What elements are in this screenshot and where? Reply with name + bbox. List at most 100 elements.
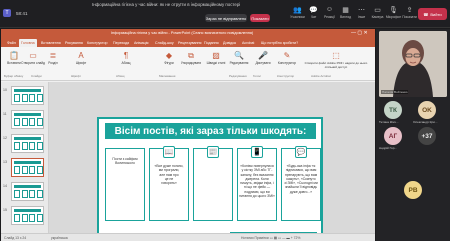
thumbnail-card — [21, 118, 28, 126]
ribbon-tab-9[interactable]: Подання — [202, 39, 221, 47]
newspaper-icon: 📰 — [207, 146, 219, 158]
ribbon-tab-3[interactable]: Рисування — [63, 39, 85, 47]
ribbon-tab-4[interactable]: Конструктор — [85, 39, 110, 47]
ribbon-button-5[interactable]: ◆ Фігури — [159, 50, 179, 65]
participant-avatar[interactable]: АГ — [384, 127, 402, 145]
slide-card-text: «Все дуже погано, ми програли, але нам п… — [154, 164, 184, 185]
ribbon-button-label: Диктувати — [255, 61, 271, 65]
slide-title: Вісім постів, які зараз тільки шкодять: — [105, 123, 316, 139]
ribbon-tab-8[interactable]: Рецензування — [176, 39, 203, 47]
slide-card-text: Пости з кайфом Волинського — [112, 157, 138, 166]
thumbnail-card — [36, 214, 43, 222]
toolbar-button-label: Реакції — [323, 15, 335, 19]
ribbon-button-8[interactable]: 🔍 Редагування — [229, 50, 249, 65]
slide-thumbnail[interactable] — [11, 158, 44, 177]
slide-thumbnail[interactable] — [11, 206, 44, 225]
thumbnail-title-bar — [14, 89, 41, 92]
phone-icon: 📱 — [251, 146, 263, 158]
ribbon-icon: 🎤 — [258, 51, 268, 60]
ribbon-button-label: Створити слайд — [21, 61, 45, 65]
participants-icon: 👥 — [293, 6, 302, 14]
ppt-titlebar: Інформаційна гігієна у час війни - Power… — [1, 29, 375, 38]
thumbnail-card — [14, 214, 20, 222]
meeting-timer: 58:41 — [16, 11, 28, 16]
slide-card-text: «Будь-яка інфа «я підписався, що вам пре… — [284, 164, 318, 194]
thumbnail-card — [29, 118, 35, 126]
ribbon-tab-5[interactable]: Переходи — [111, 39, 131, 47]
leave-button[interactable]: ☎ Вийти — [418, 8, 447, 20]
slide-counter: Слайд 13 з 24 — [4, 235, 27, 240]
ribbon-tab-1[interactable]: Головна — [19, 39, 37, 47]
window-title: Інформаційна гігієна у час війни: як не … — [92, 2, 241, 7]
meeting-toolbar: 👥 Учасники 💬 Чат ☺ Реакції ▦ Вигляд ⋯ Інше ▭ Камера… — [290, 4, 417, 26]
ribbon-button-10[interactable]: ✎ Конструктор — [277, 50, 297, 65]
ribbon-group-label: Adobe Acrobat — [311, 74, 331, 78]
current-slide[interactable]: Вісім постів, які зараз тільки шкодять: П… — [97, 117, 323, 241]
toolbar-button-0[interactable]: 👥 Учасники — [290, 4, 305, 26]
shared-powerpoint-window: Інформаційна гігієна у час війни - Power… — [1, 29, 375, 241]
thumbnail-card — [29, 94, 35, 102]
ribbon-button-3[interactable]: A Шрифт — [71, 50, 91, 65]
chat-icon: 💬 — [309, 6, 318, 14]
ribbon-tab-2[interactable]: Вставлення — [39, 39, 63, 47]
slide-thumbnail[interactable] — [11, 134, 44, 153]
ribbon-tab-0[interactable]: Файл — [5, 39, 18, 47]
ribbon-button-7[interactable]: ▨ Швидкі стилі — [206, 50, 226, 65]
ribbon-group-label: Слайди — [31, 74, 42, 78]
slide-card-1: 📖 «Все дуже погано, ми програли, але нам … — [149, 146, 189, 221]
ribbon-tab-12[interactable]: Що потрібно зробити? — [259, 39, 300, 47]
ribbon-button-label: Фігури — [164, 61, 174, 65]
ribbon-button-1[interactable]: ▭ Створити слайд — [21, 50, 45, 65]
toolbar-button-7[interactable]: ⇪ Показати — [402, 4, 417, 26]
window-controls[interactable]: — ▢ ✕ — [351, 30, 368, 36]
ribbon-icon: ◆ — [165, 51, 173, 60]
leave-label: Вийти — [430, 11, 442, 17]
participant-avatar[interactable]: ТК — [384, 101, 402, 119]
thumbnail-title-bar — [14, 161, 41, 164]
stop-share-button[interactable]: Показати — [250, 14, 270, 22]
toolbar-button-4[interactable]: ⋯ Інше — [354, 4, 369, 26]
toolbar-button-6[interactable]: 🎙 Мікрофон — [386, 4, 401, 26]
ribbon-icon: ≣ — [49, 51, 57, 60]
participant-avatar[interactable]: +37 — [418, 127, 436, 145]
participant-avatar[interactable]: OK — [418, 101, 436, 119]
thumbnail-title-bar — [14, 185, 41, 188]
slide-thumbnail[interactable] — [11, 110, 44, 129]
toolbar-button-1[interactable]: 💬 Чат — [306, 4, 321, 26]
ribbon-tab-11[interactable]: Acrobat — [240, 39, 256, 47]
ribbon-icon: 📋 — [9, 51, 19, 60]
mic-icon: 🎙 — [389, 6, 398, 14]
ribbon-tab-10[interactable]: Довідка — [221, 39, 238, 47]
slide-thumbnail[interactable] — [11, 86, 44, 105]
thumbnail-title-bar — [14, 113, 41, 116]
ribbon-button-4[interactable]: ¶ Абзац — [116, 50, 136, 65]
participant-list: ТК Тетяна Кімч... OK Олександр Кри... АГ Андр… — [376, 99, 450, 239]
view-zoom-controls[interactable]: Нотатки Примітки ▭ ▦ ▭ — ▬ + 72% — [241, 236, 300, 240]
ribbon-button-label: Упорядкувати — [180, 61, 202, 65]
ribbon-tab-7[interactable]: Слайд-шоу — [153, 39, 176, 47]
toolbar-button-2[interactable]: ☺ Реакції — [322, 4, 337, 26]
participant-name: Олександр Кри... — [413, 120, 438, 124]
slide-card-text: «Копіюк повернулися у кістку ЗМІ або ТГ-… — [239, 164, 275, 198]
thumbnail-card — [14, 118, 20, 126]
toolbar-button-label: Камера — [371, 15, 384, 19]
thumbnail-card — [36, 94, 43, 102]
toolbar-button-3[interactable]: ▦ Вигляд — [338, 4, 353, 26]
ribbon-tab-6[interactable]: Анімація — [132, 39, 150, 47]
ribbon-button-label: Створити файл Adobe PDF і надати до ньог… — [304, 61, 368, 69]
ribbon-button-11[interactable]: ⬚ Створити файл Adobe PDF і надати до ньо… — [301, 50, 371, 69]
speaker-video[interactable]: Наталія Войтенко — [379, 31, 447, 97]
thumbnail-card — [21, 94, 28, 102]
slide-card-3: 📱 «Копіюк повернулися у кістку ЗМІ або ТГ… — [237, 146, 277, 221]
ribbon-button-6[interactable]: ⧉ Упорядкувати — [180, 50, 202, 66]
ribbon-button-9[interactable]: 🎤 Диктувати — [253, 50, 273, 65]
language-indicator[interactable]: українська — [51, 236, 68, 240]
ribbon-icon: A — [78, 51, 84, 60]
toolbar-button-5[interactable]: ▭ Камера — [370, 4, 385, 26]
ppt-status-bar: Слайд 13 з 24 українська Нотатки Примітк… — [1, 233, 375, 241]
ribbon-button-2[interactable]: ≣ Розділ — [43, 50, 63, 65]
slide-thumbnail[interactable] — [11, 182, 44, 201]
ribbon-group-label: Редагування — [229, 74, 247, 78]
slide-card-0: Пости з кайфом Волинського — [105, 148, 145, 221]
participant-avatar[interactable]: РВ — [404, 181, 422, 199]
